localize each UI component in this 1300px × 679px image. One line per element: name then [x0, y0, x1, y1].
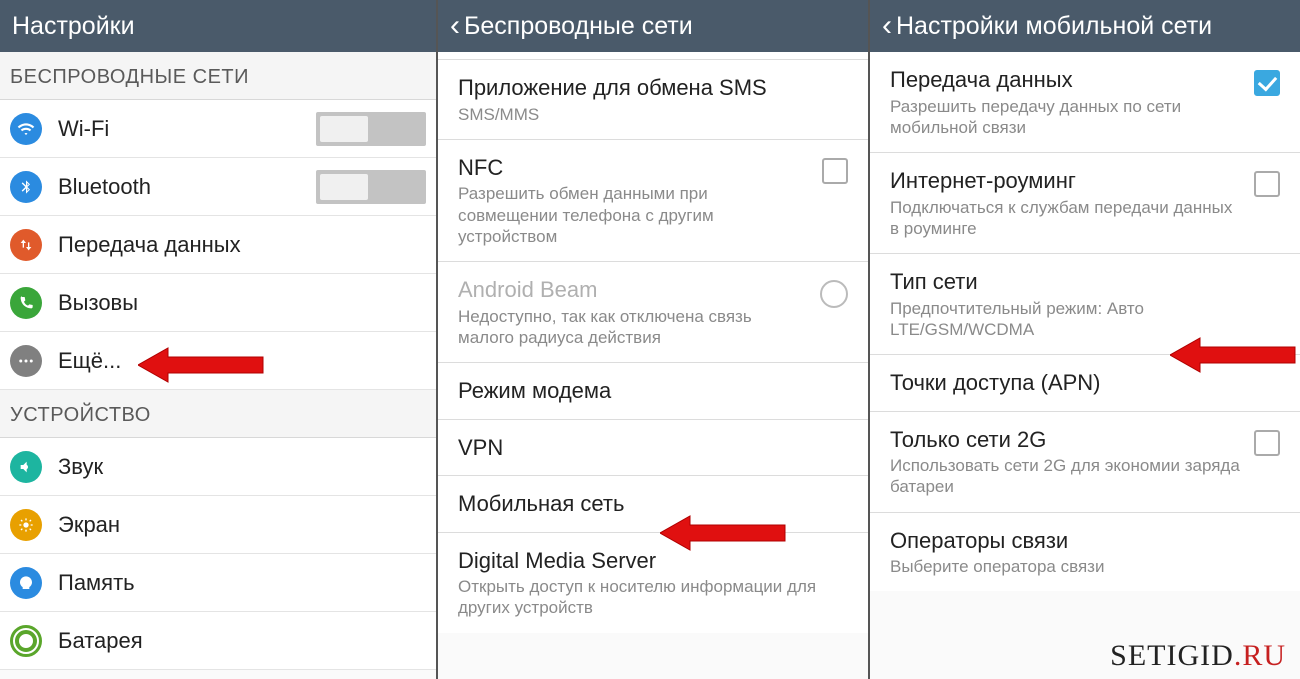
bluetooth-toggle[interactable]: O	[316, 170, 426, 204]
item-operators[interactable]: Операторы связи Выберите оператора связи	[870, 513, 1300, 592]
nfc-title: NFC	[458, 154, 812, 182]
watermark: SETIGID.RU	[1110, 639, 1286, 673]
calls-label: Вызовы	[58, 290, 138, 316]
only2g-title: Только сети 2G	[890, 426, 1244, 454]
category-device: УСТРОЙСТВО	[0, 390, 436, 438]
wifi-label: Wi-Fi	[58, 116, 109, 142]
memory-label: Память	[58, 570, 135, 596]
row-calls[interactable]: Вызовы	[0, 274, 436, 332]
sound-icon	[10, 451, 42, 483]
operators-title: Операторы связи	[890, 527, 1270, 555]
row-wifi[interactable]: Wi-Fi O	[0, 100, 436, 158]
only2g-checkbox[interactable]	[1254, 430, 1280, 456]
panel3-title-bar[interactable]: ‹ Настройки мобильной сети	[870, 0, 1300, 52]
vpn-title: VPN	[458, 434, 838, 462]
beam-sub: Недоступно, так как отключена связь мало…	[458, 306, 810, 349]
panel-wireless-networks: ‹ Беспроводные сети Приложение для обмен…	[438, 0, 870, 679]
tether-title: Режим модема	[458, 377, 838, 405]
memory-icon	[10, 567, 42, 599]
dms-title: Digital Media Server	[458, 547, 838, 575]
mobile-net-title: Мобильная сеть	[458, 490, 838, 518]
data-transfer-checkbox[interactable]	[1254, 70, 1280, 96]
category-wireless: БЕСПРОВОДНЫЕ СЕТИ	[0, 52, 436, 100]
operators-sub: Выберите оператора связи	[890, 556, 1270, 577]
row-data-usage[interactable]: Передача данных	[0, 216, 436, 274]
item-tethering[interactable]: Режим модема	[438, 363, 868, 420]
panel2-title-bar[interactable]: ‹ Беспроводные сети	[438, 0, 868, 52]
more-label: Ещё...	[58, 348, 121, 374]
nettype-sub: Предпочтительный режим: Авто LTE/GSM/WCD…	[890, 298, 1270, 341]
item-sms-app[interactable]: Приложение для обмена SMS SMS/MMS	[438, 60, 868, 140]
dms-sub: Открыть доступ к носителю информации для…	[458, 576, 838, 619]
only2g-sub: Использовать сети 2G для экономии заряда…	[890, 455, 1244, 498]
row-memory[interactable]: Память	[0, 554, 436, 612]
display-icon	[10, 509, 42, 541]
item-roaming[interactable]: Интернет-роуминг Подключаться к службам …	[870, 153, 1300, 254]
item-vpn[interactable]: VPN	[438, 420, 868, 477]
data-usage-label: Передача данных	[58, 232, 241, 258]
panel3-title: Настройки мобильной сети	[896, 12, 1212, 41]
item-network-type[interactable]: Тип сети Предпочтительный режим: Авто LT…	[870, 254, 1300, 355]
panel-settings: Настройки БЕСПРОВОДНЫЕ СЕТИ Wi-Fi O Blue…	[0, 0, 438, 679]
item-2g-only[interactable]: Только сети 2G Использовать сети 2G для …	[870, 412, 1300, 513]
roaming-checkbox[interactable]	[1254, 171, 1280, 197]
panel-mobile-network-settings: ‹ Настройки мобильной сети Передача данн…	[870, 0, 1300, 679]
beam-toggle	[820, 280, 848, 308]
watermark-a: SETIGID	[1110, 639, 1234, 672]
item-mobile-network[interactable]: Мобильная сеть	[438, 476, 868, 533]
row-battery[interactable]: Батарея	[0, 612, 436, 670]
roaming-sub: Подключаться к службам передачи данных в…	[890, 197, 1244, 240]
item-android-beam: Android Beam Недоступно, так как отключе…	[438, 262, 868, 363]
row-bluetooth[interactable]: Bluetooth O	[0, 158, 436, 216]
battery-icon	[10, 625, 42, 657]
item-apn[interactable]: Точки доступа (APN)	[870, 355, 1300, 412]
data-usage-icon	[10, 229, 42, 261]
wifi-toggle[interactable]: O	[316, 112, 426, 146]
display-label: Экран	[58, 512, 120, 538]
row-more[interactable]: Ещё...	[0, 332, 436, 390]
bluetooth-label: Bluetooth	[58, 174, 151, 200]
item-dms[interactable]: Digital Media Server Открыть доступ к но…	[438, 533, 868, 633]
calls-icon	[10, 287, 42, 319]
back-icon[interactable]: ‹	[882, 11, 892, 41]
item-data-transfer[interactable]: Передача данных Разрешить передачу данны…	[870, 52, 1300, 153]
item-nfc[interactable]: NFC Разрешить обмен данными при совмещен…	[438, 140, 868, 262]
wifi-icon	[10, 113, 42, 145]
data-transfer-sub: Разрешить передачу данных по сети мобиль…	[890, 96, 1244, 139]
panel2-title: Беспроводные сети	[464, 12, 693, 41]
bluetooth-icon	[10, 171, 42, 203]
row-display[interactable]: Экран	[0, 496, 436, 554]
beam-title: Android Beam	[458, 276, 810, 304]
battery-label: Батарея	[58, 628, 143, 654]
row-sound[interactable]: Звук	[0, 438, 436, 496]
roaming-title: Интернет-роуминг	[890, 167, 1244, 195]
sms-sub: SMS/MMS	[458, 104, 838, 125]
sound-label: Звук	[58, 454, 103, 480]
nfc-sub: Разрешить обмен данными при совмещении т…	[458, 183, 812, 247]
panel1-title-bar: Настройки	[0, 0, 436, 52]
sms-title: Приложение для обмена SMS	[458, 74, 838, 102]
apn-title: Точки доступа (APN)	[890, 369, 1270, 397]
nfc-checkbox[interactable]	[822, 158, 848, 184]
back-icon[interactable]: ‹	[450, 11, 460, 41]
nettype-title: Тип сети	[890, 268, 1270, 296]
panel1-title: Настройки	[12, 12, 135, 41]
more-icon	[10, 345, 42, 377]
watermark-b: .RU	[1234, 639, 1286, 672]
data-transfer-title: Передача данных	[890, 66, 1244, 94]
